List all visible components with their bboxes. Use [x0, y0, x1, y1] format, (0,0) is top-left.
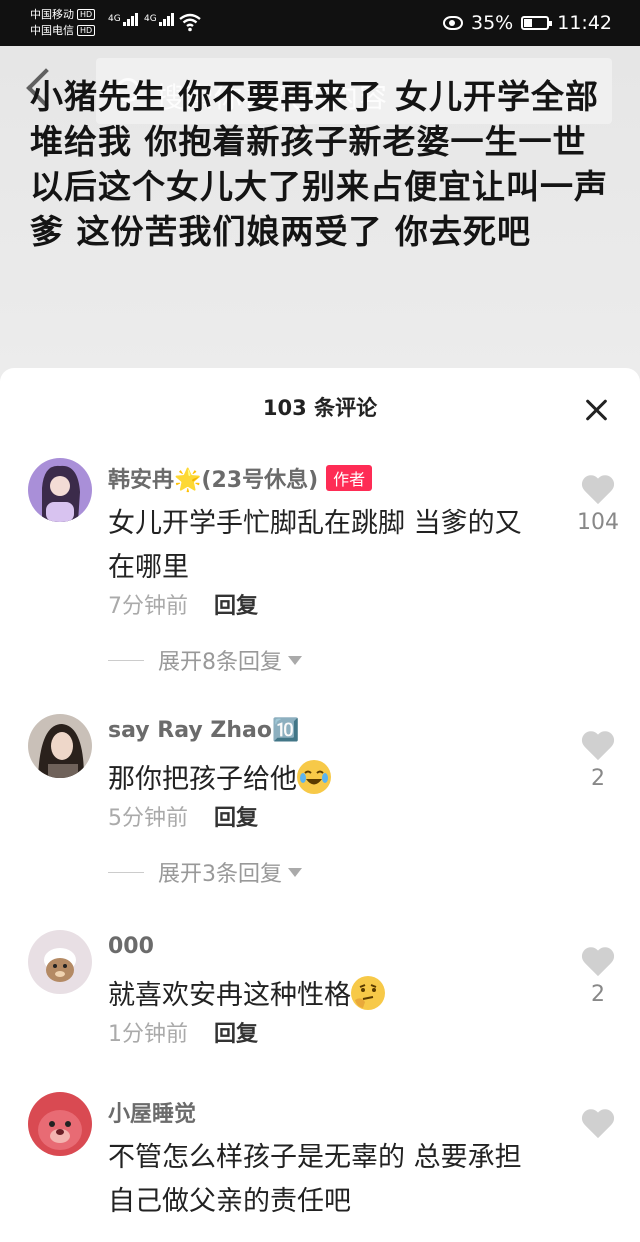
like-count: 2 [591, 766, 605, 791]
like-count: 104 [577, 510, 619, 535]
username[interactable]: 韩安冉🌟(23号休息) 作者 [108, 462, 373, 494]
status-right: 35% 11:42 [443, 10, 612, 36]
like-button[interactable]: 2 [574, 732, 622, 791]
avatar[interactable] [28, 458, 92, 522]
avatar[interactable] [28, 1092, 92, 1156]
chevron-down-icon [288, 867, 302, 877]
carrier-info: 中国移动 HD 中国电信 HD [30, 7, 96, 39]
avatar[interactable] [28, 714, 92, 778]
like-button[interactable]: 2 [574, 948, 622, 1007]
chevron-down-icon [288, 655, 302, 665]
heart-icon [581, 476, 615, 506]
thinking-emoji-icon [351, 976, 385, 1010]
battery-percent: 35% [471, 12, 514, 34]
comment-time: 1分钟前 [108, 1022, 188, 1047]
like-button[interactable] [574, 1110, 622, 1144]
signal-icon: 4G [144, 13, 175, 26]
comment-time: 7分钟前 [108, 594, 188, 619]
carrier-2: 中国电信 [30, 24, 74, 37]
hd-badge: HD [77, 9, 96, 20]
comment-text: 女儿开学手忙脚乱在跳脚 当爹的又在哪里 [108, 508, 522, 583]
comment-count-title: 103 条评论 [262, 396, 378, 420]
carrier-1: 中国移动 [30, 8, 74, 21]
wifi-icon [179, 13, 201, 32]
username[interactable]: 小屋睡觉 [108, 1096, 196, 1128]
battery-icon [521, 16, 553, 30]
comment-meta: 5分钟前 回复 [108, 800, 258, 832]
signal-icon: 4G [108, 13, 139, 26]
reply-button[interactable]: 回复 [214, 806, 258, 831]
comment-meta: 1分钟前 回复 [108, 1016, 258, 1048]
like-count: 2 [591, 982, 605, 1007]
comment-text: 就喜欢安冉这种性格 [108, 974, 548, 1018]
like-button[interactable]: 104 [574, 476, 622, 535]
heart-icon [581, 948, 615, 978]
reply-button[interactable]: 回复 [214, 1022, 258, 1047]
heart-icon [581, 1110, 615, 1140]
crying-laughing-emoji-icon [297, 760, 331, 794]
comment-meta: 7分钟前 回复 [108, 588, 258, 620]
comment-time: 5分钟前 [108, 806, 188, 831]
clock: 11:42 [557, 12, 612, 34]
username[interactable]: say Ray Zhao🔟 [108, 718, 299, 743]
comment-text: 那你把孩子给他 [108, 758, 548, 802]
expand-replies-button[interactable]: 展开3条回复 [108, 856, 302, 888]
author-badge: 作者 [326, 465, 373, 491]
comment-text: 不管怎么样孩子是无辜的 总要承担自己做父亲的责任吧 [108, 1142, 522, 1217]
hd-badge: HD [77, 25, 96, 36]
username[interactable]: 000 [108, 934, 154, 959]
close-icon[interactable] [584, 398, 608, 422]
avatar[interactable] [28, 930, 92, 994]
reply-button[interactable]: 回复 [214, 594, 258, 619]
eye-comfort-icon [443, 16, 463, 30]
comment-sheet: 103 条评论 韩安冉🌟(23号休息) 作者 女儿开学手忙脚乱在跳脚 当爹的又在哪… [0, 368, 640, 1242]
expand-replies-button[interactable]: 展开8条回复 [108, 644, 302, 676]
heart-icon [581, 732, 615, 762]
post-caption: 小猪先生 你不要再来了 女儿开学全部堆给我 你抱着新孩子新老婆一生一世 以后这个… [30, 77, 608, 251]
status-bar: 中国移动 HD 中国电信 HD 4G 4G 35% 11:42 [0, 0, 640, 46]
